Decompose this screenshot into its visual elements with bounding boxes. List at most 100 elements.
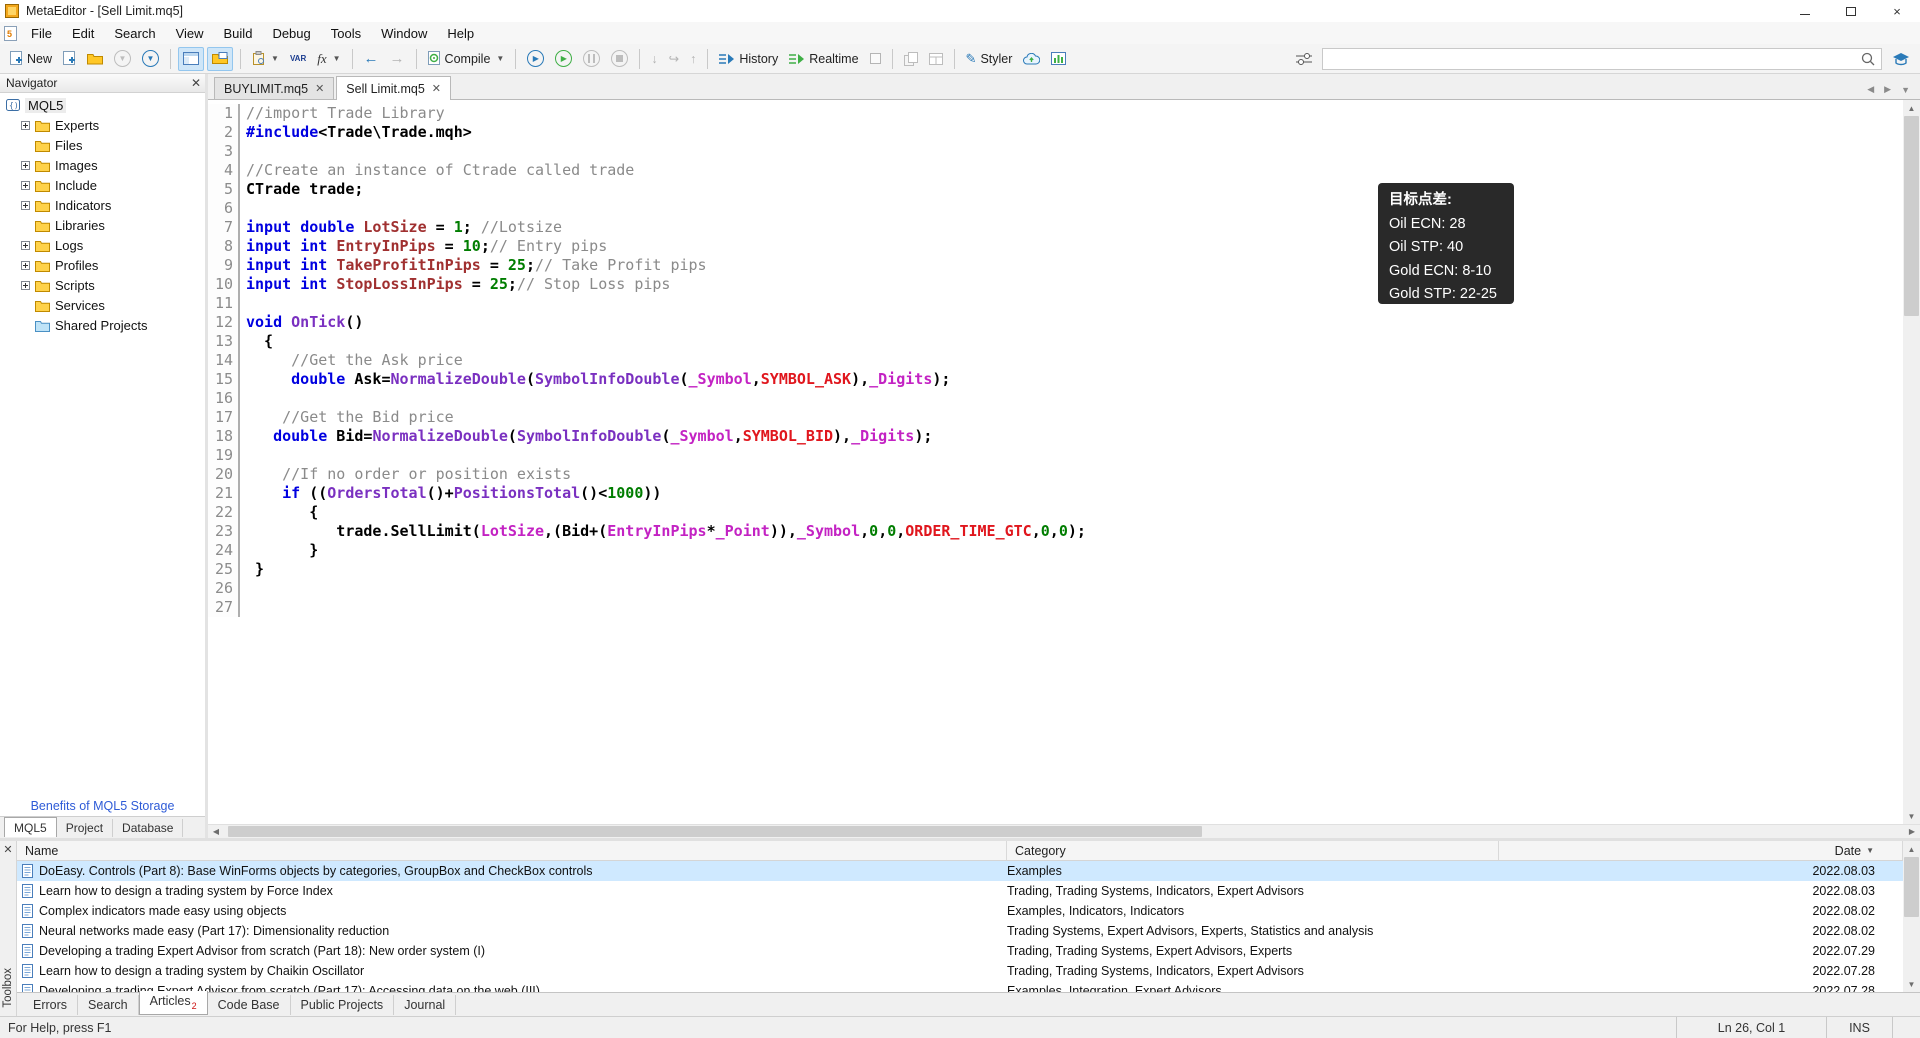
education-button[interactable] [1888,47,1914,71]
menu-search[interactable]: Search [104,24,165,43]
settings-button[interactable] [1292,47,1316,71]
article-row[interactable]: Neural networks made easy (Part 17): Dim… [17,921,1903,941]
navigator-tab-project[interactable]: Project [57,819,113,837]
tree-item-logs[interactable]: Logs [0,235,205,255]
tree-item-indicators[interactable]: Indicators [0,195,205,215]
column-header-category[interactable]: Category [1007,841,1499,860]
scroll-down-icon[interactable]: ▼ [1903,976,1920,992]
editor-vertical-scrollbar[interactable]: ▲ ▼ [1903,100,1920,824]
tab-close-icon[interactable]: ✕ [432,82,441,95]
expand-icon[interactable] [21,201,30,210]
code-editor[interactable]: 1//import Trade Library2#include<Trade\T… [208,100,1903,824]
open-folder-button[interactable] [83,47,107,71]
start-debug-button[interactable]: ▶ [523,47,548,71]
article-row[interactable]: Developing a trading Expert Advisor from… [17,981,1903,992]
article-row[interactable]: Developing a trading Expert Advisor from… [17,941,1903,961]
editor-horizontal-scrollbar[interactable]: ◀ ▶ [208,824,1920,838]
snippets-button[interactable]: ▼ [248,47,283,71]
tree-item-images[interactable]: Images [0,155,205,175]
table-vertical-scrollbar[interactable]: ▲ ▼ [1903,841,1920,992]
expand-icon[interactable] [21,261,30,270]
toolbox-tab-articles[interactable]: Articles2 [139,991,208,1015]
toolbox-tab-journal[interactable]: Journal [394,995,456,1015]
menu-window[interactable]: Window [371,24,437,43]
toolbox-tab-errors[interactable]: Errors [23,995,78,1015]
tree-item-shared-projects[interactable]: Shared Projects [0,315,205,335]
step-into-button[interactable]: ↓ [647,47,661,71]
scroll-right-icon[interactable]: ▶ [1904,827,1920,836]
tab-list-icon[interactable]: ▼ [1901,85,1910,95]
navigate-forward-button[interactable]: → [386,47,409,71]
new-button[interactable]: New [6,47,56,71]
tree-item-libraries[interactable]: Libraries [0,215,205,235]
tab-scroll-right-icon[interactable]: ▶ [1884,84,1891,95]
navigator-close-icon[interactable]: ✕ [191,76,201,90]
step-out-button[interactable]: ↑ [686,47,700,71]
styler-button[interactable]: ✎ Styler [962,47,1017,71]
navigator-tab-mql5[interactable]: MQL5 [4,817,57,837]
step-over-button[interactable]: ↪ [665,47,683,71]
editor-tab-buylimit.mq5[interactable]: BUYLIMIT.mq5✕ [214,77,334,99]
pause-button[interactable] [579,47,604,71]
copy-disabled-button[interactable] [900,47,922,71]
toolbox-close-icon[interactable]: ✕ [3,841,12,856]
menu-build[interactable]: Build [214,24,263,43]
window-disabled-button[interactable] [925,47,947,71]
menu-edit[interactable]: Edit [62,24,104,43]
cloud-button[interactable] [1019,47,1044,71]
column-header-name[interactable]: Name [17,841,1007,860]
tree-item-include[interactable]: Include [0,175,205,195]
menu-view[interactable]: View [166,24,214,43]
toolbox-tab-public-projects[interactable]: Public Projects [291,995,395,1015]
column-header-date[interactable]: Date ▼ [1499,841,1903,860]
new-document-button[interactable] [59,47,80,71]
article-row[interactable]: Learn how to design a trading system by … [17,881,1903,901]
toggle-toolbox-button[interactable] [207,47,233,71]
tree-item-profiles[interactable]: Profiles [0,255,205,275]
menu-tools[interactable]: Tools [321,24,371,43]
mql5-storage-link[interactable]: Benefits of MQL5 Storage [0,796,205,816]
option-checkbox-button[interactable] [866,47,885,71]
realtime-button[interactable]: Realtime [785,47,862,71]
checkout-disabled-button[interactable]: ▼ [110,47,135,71]
expand-icon[interactable] [21,161,30,170]
tree-item-files[interactable]: Files [0,135,205,155]
close-button[interactable]: × [1874,0,1920,22]
tab-close-icon[interactable]: ✕ [315,82,324,95]
menu-help[interactable]: Help [437,24,484,43]
scroll-up-icon[interactable]: ▲ [1903,841,1920,857]
menu-file[interactable]: File [21,24,62,43]
menu-debug[interactable]: Debug [262,24,320,43]
minimize-button[interactable] [1782,0,1828,22]
scroll-up-icon[interactable]: ▲ [1903,100,1920,116]
search-icon[interactable] [1861,52,1875,66]
restore-button[interactable] [1828,0,1874,22]
tab-scroll-left-icon[interactable]: ◀ [1867,84,1874,95]
insert-function-button[interactable]: fx ▼ [313,47,344,71]
navigator-tab-database[interactable]: Database [113,819,183,837]
toolbox-tab-code-base[interactable]: Code Base [208,995,291,1015]
storage-update-button[interactable]: ▼ [138,47,163,71]
article-row[interactable]: Learn how to design a trading system by … [17,961,1903,981]
navigate-back-button[interactable]: ← [360,47,383,71]
scroll-left-icon[interactable]: ◀ [208,827,224,836]
history-button[interactable]: History [715,47,782,71]
expand-icon[interactable] [21,281,30,290]
stop-button[interactable] [607,47,632,71]
tree-item-scripts[interactable]: Scripts [0,275,205,295]
expand-icon[interactable] [21,121,30,130]
expand-icon[interactable] [21,181,30,190]
article-row[interactable]: DoEasy. Controls (Part 8): Base WinForms… [17,861,1903,881]
article-row[interactable]: Complex indicators made easy using objec… [17,901,1903,921]
compile-button[interactable]: Compile ▼ [424,47,509,71]
start-run-button[interactable]: ▶ [551,47,576,71]
tree-item-experts[interactable]: Experts [0,115,205,135]
tree-root-mql5[interactable]: {)MQL5 [0,95,205,115]
search-input[interactable] [1329,52,1861,66]
editor-tab-sell-limit.mq5[interactable]: Sell Limit.mq5✕ [336,76,451,100]
expand-icon[interactable] [21,241,30,250]
charts-button[interactable] [1047,47,1070,71]
insert-variable-button[interactable]: VAR [286,47,310,71]
toggle-navigator-button[interactable] [178,47,204,71]
scroll-down-icon[interactable]: ▼ [1903,808,1920,824]
